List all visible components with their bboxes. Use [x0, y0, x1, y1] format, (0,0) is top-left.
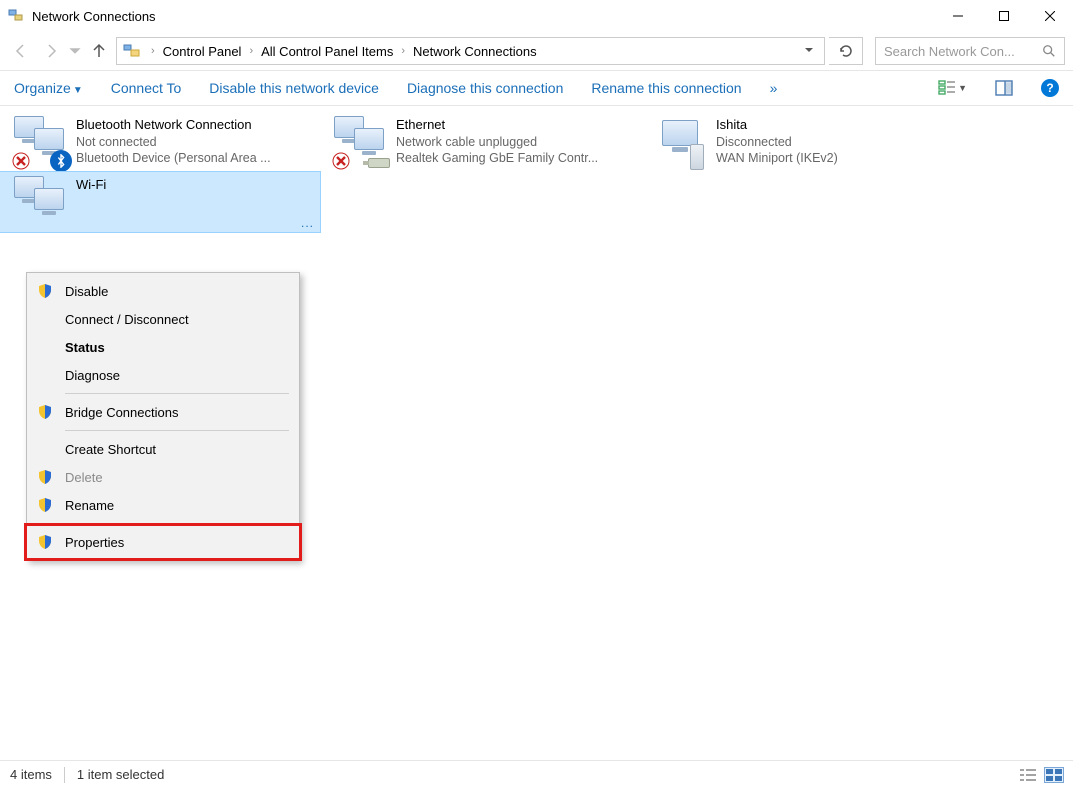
content-area: Bluetooth Network Connection Not connect…: [0, 106, 1073, 760]
connection-status: Network cable unplugged: [396, 134, 598, 151]
connection-device: WAN Miniport (IKEv2): [716, 150, 838, 167]
connection-bluetooth[interactable]: Bluetooth Network Connection Not connect…: [0, 112, 320, 172]
connection-name: Wi-Fi: [76, 176, 106, 194]
menu-rename[interactable]: Rename: [27, 491, 299, 519]
menu-separator: [65, 523, 289, 524]
menu-create-shortcut[interactable]: Create Shortcut: [27, 435, 299, 463]
connection-device: Realtek Gaming GbE Family Contr...: [396, 150, 598, 167]
layout-icon: [938, 79, 956, 97]
menu-disable[interactable]: Disable: [27, 277, 299, 305]
chevron-right-icon[interactable]: ›: [243, 45, 259, 57]
network-app-icon: [8, 8, 24, 24]
chevron-right-icon[interactable]: ›: [145, 45, 161, 57]
menu-delete: Delete: [27, 463, 299, 491]
menu-bridge-connections[interactable]: Bridge Connections: [27, 398, 299, 426]
shield-icon: [37, 497, 53, 513]
cable-icon: [368, 158, 390, 168]
text-overflow-indicator: ...: [301, 216, 314, 230]
menu-properties[interactable]: Properties: [27, 528, 299, 556]
connection-name: Bluetooth Network Connection: [76, 116, 271, 134]
connection-name: Ishita: [716, 116, 838, 134]
connection-device: Bluetooth Device (Personal Area ...: [76, 150, 271, 167]
diagnose-connection-button[interactable]: Diagnose this connection: [407, 80, 563, 96]
breadcrumb[interactable]: › Control Panel › All Control Panel Item…: [116, 37, 825, 65]
context-menu: Disable Connect / Disconnect Status Diag…: [26, 272, 300, 561]
ethernet-connection-icon: [334, 116, 390, 168]
connection-name: Ethernet: [396, 116, 598, 134]
organize-menu[interactable]: Organize▼: [14, 80, 83, 96]
menu-status[interactable]: Status: [27, 333, 299, 361]
connection-ishita[interactable]: Ishita Disconnected WAN Miniport (IKEv2): [640, 112, 960, 172]
up-button[interactable]: [86, 38, 112, 64]
toolbar-overflow[interactable]: »: [770, 80, 778, 96]
preview-pane-button[interactable]: [995, 79, 1013, 97]
maximize-button[interactable]: [981, 0, 1027, 32]
breadcrumb-all-items[interactable]: All Control Panel Items: [259, 44, 395, 59]
shield-icon: [37, 534, 53, 550]
breadcrumb-control-panel[interactable]: Control Panel: [161, 44, 244, 59]
search-placeholder: Search Network Con...: [884, 44, 1042, 59]
wifi-connection-icon: [14, 176, 70, 228]
window-title: Network Connections: [32, 9, 935, 24]
menu-connect-disconnect[interactable]: Connect / Disconnect: [27, 305, 299, 333]
shield-icon: [37, 404, 53, 420]
server-icon: [690, 144, 704, 170]
refresh-button[interactable]: [829, 37, 863, 65]
menu-separator: [65, 430, 289, 431]
details-view-button[interactable]: [1019, 768, 1037, 782]
rename-connection-button[interactable]: Rename this connection: [591, 80, 741, 96]
title-bar: Network Connections: [0, 0, 1073, 32]
status-bar: 4 items 1 item selected: [0, 760, 1073, 788]
disable-device-button[interactable]: Disable this network device: [209, 80, 379, 96]
breadcrumb-dropdown[interactable]: [796, 44, 822, 58]
connection-wifi[interactable]: Wi-Fi ... Disable Connect / Disconnect S…: [0, 172, 320, 232]
breadcrumb-network-connections[interactable]: Network Connections: [411, 44, 539, 59]
forward-button[interactable]: [38, 38, 64, 64]
item-count: 4 items: [10, 767, 52, 782]
folder-icon: [123, 42, 141, 60]
search-icon: [1042, 44, 1056, 58]
preview-pane-icon: [995, 79, 1013, 97]
close-button[interactable]: [1027, 0, 1073, 32]
error-x-icon: [332, 152, 350, 170]
shield-icon: [37, 283, 53, 299]
chevron-right-icon[interactable]: ›: [395, 45, 411, 57]
search-input[interactable]: Search Network Con...: [875, 37, 1065, 65]
vpn-connection-icon: [654, 116, 710, 168]
menu-diagnose[interactable]: Diagnose: [27, 361, 299, 389]
shield-icon: [37, 469, 53, 485]
nav-bar: › Control Panel › All Control Panel Item…: [0, 32, 1073, 70]
connect-to-button[interactable]: Connect To: [111, 80, 182, 96]
error-x-icon: [12, 152, 30, 170]
connection-ethernet[interactable]: Ethernet Network cable unplugged Realtek…: [320, 112, 640, 172]
status-divider: [64, 767, 65, 783]
recent-dropdown[interactable]: [68, 38, 82, 64]
menu-separator: [65, 393, 289, 394]
connection-status: Disconnected: [716, 134, 838, 151]
selection-count: 1 item selected: [77, 767, 164, 782]
view-layout-button[interactable]: ▼: [938, 79, 967, 97]
tiles-view-button[interactable]: [1045, 768, 1063, 782]
back-button[interactable]: [8, 38, 34, 64]
bluetooth-connection-icon: [14, 116, 70, 168]
help-button[interactable]: ?: [1041, 79, 1059, 97]
command-bar: Organize▼ Connect To Disable this networ…: [0, 70, 1073, 106]
minimize-button[interactable]: [935, 0, 981, 32]
connection-status: Not connected: [76, 134, 271, 151]
bluetooth-icon: [50, 150, 72, 172]
